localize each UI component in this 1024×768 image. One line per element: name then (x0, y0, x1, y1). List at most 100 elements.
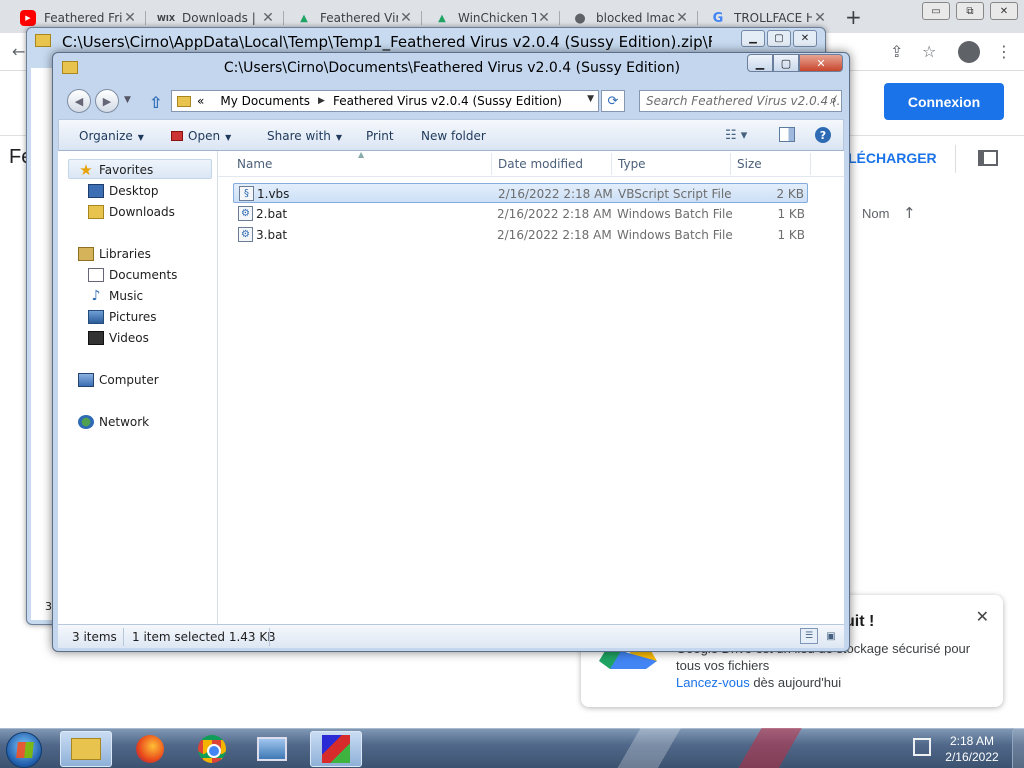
get-started-link[interactable]: Lancez-vous (676, 675, 750, 690)
close-icon[interactable]: ✕ (793, 30, 817, 47)
google-icon: G (712, 10, 724, 26)
up-arrow-icon[interactable]: ⇧ (149, 93, 162, 112)
close-tab-icon[interactable]: ✕ (122, 10, 138, 26)
file-list: ▲ Name Date modified Type Size § 1.vbs 2… (218, 150, 844, 624)
column-date-modified[interactable]: Date modified (498, 157, 583, 171)
column-divider (730, 153, 731, 175)
download-button[interactable]: LÉCHARGER (848, 150, 937, 166)
maximize-button[interactable]: ▢ (773, 54, 799, 72)
explorer-window[interactable]: C:\Users\Cirno\Documents\Feathered Virus… (52, 52, 850, 652)
breadcrumb-current-folder[interactable]: Feathered Virus v2.0.4 (Sussy Edition) (333, 94, 562, 108)
new-folder-button[interactable]: New folder (421, 129, 486, 143)
column-size[interactable]: Size (737, 157, 762, 171)
menu-dots-icon[interactable]: ⋮ (996, 42, 1012, 61)
back-arrow-icon[interactable]: ← (12, 42, 25, 61)
maximize-icon[interactable]: ▢ (767, 30, 791, 47)
nav-desktop[interactable]: Desktop (88, 181, 159, 201)
recent-pages-dropdown-icon[interactable]: ▼ (124, 95, 131, 105)
back-button[interactable]: ◀ (67, 89, 91, 113)
file-row[interactable]: ⚙ 2.bat 2/16/2022 2:18 AM Windows Batch … (233, 204, 808, 224)
promo-text-rest: dès aujourd'hui (749, 675, 842, 690)
bookmark-star-icon[interactable]: ☆ (922, 42, 936, 61)
close-tab-icon[interactable]: ✕ (260, 10, 276, 26)
close-tab-icon[interactable]: ✕ (536, 10, 552, 26)
nav-music[interactable]: ♪ Music (88, 286, 144, 306)
nav-pictures[interactable]: Pictures (88, 307, 157, 327)
help-icon[interactable]: ? (815, 127, 831, 143)
sort-arrow-up-icon[interactable]: ↑ (903, 204, 916, 222)
toolbar-divider (955, 145, 956, 173)
connexion-button[interactable]: Connexion (884, 83, 1004, 120)
libraries-icon (78, 247, 94, 261)
breadcrumb-my-documents[interactable]: My Documents (220, 94, 310, 108)
system-clock[interactable]: 2:18 AM 2/16/2022 (936, 733, 1008, 765)
search-placeholder: Search Feathered Virus v2.0.4 (... (646, 94, 842, 108)
preview-pane-icon[interactable] (779, 127, 795, 142)
chevron-down-icon: ▼ (137, 133, 144, 142)
address-bar[interactable]: « My Documents ▶ Feathered Virus v2.0.4 … (171, 90, 599, 112)
share-with-button[interactable]: Share with ▼ (267, 129, 342, 143)
file-row[interactable]: § 1.vbs 2/16/2022 2:18 AM VBScript Scrip… (233, 183, 808, 203)
nav-label: Documents (109, 268, 178, 282)
large-icons-view-icon[interactable]: ▣ (822, 628, 840, 644)
taskbar-custom-app[interactable] (310, 731, 362, 767)
nav-network[interactable]: Network (78, 412, 149, 432)
star-icon: ★ (79, 161, 93, 179)
nav-favorites[interactable]: ★ Favorites (78, 160, 153, 180)
downloads-folder-icon (88, 205, 104, 219)
print-button[interactable]: Print (366, 129, 394, 143)
column-divider (611, 153, 612, 175)
taskbar-firefox[interactable] (124, 731, 176, 767)
taskbar-photo-viewer[interactable] (246, 731, 298, 767)
column-headers: ▲ Name Date modified Type Size (218, 150, 844, 177)
profile-avatar[interactable] (958, 41, 980, 63)
close-tab-icon[interactable]: ✕ (674, 10, 690, 26)
selection-info: 1 item selected 1.43 KB (132, 630, 276, 644)
network-tray-icon[interactable] (913, 738, 931, 756)
details-view-icon[interactable]: ☰ (800, 628, 818, 644)
sort-by-name[interactable]: Nom (862, 206, 889, 221)
open-button[interactable]: Open ▼ (171, 129, 231, 143)
nav-documents[interactable]: Documents (88, 265, 177, 285)
column-type[interactable]: Type (618, 157, 646, 171)
refresh-button[interactable]: ⟳ (601, 90, 625, 112)
nav-label: Favorites (99, 163, 154, 177)
minimize-icon[interactable]: ▭ (922, 2, 950, 20)
taskbar-explorer[interactable] (60, 731, 112, 767)
address-dropdown-icon[interactable]: ▼ (587, 94, 594, 104)
forward-button[interactable]: ▶ (95, 89, 119, 113)
restore-icon[interactable]: ⧉ (956, 2, 984, 20)
share-icon[interactable]: ⇪ (890, 42, 903, 61)
breadcrumb-overflow[interactable]: « (197, 94, 204, 108)
nav-videos[interactable]: Videos (88, 328, 149, 348)
close-icon[interactable]: ✕ (990, 2, 1018, 20)
file-type: VBScript Script File (618, 187, 732, 201)
column-name[interactable]: Name (237, 157, 272, 171)
list-view-icon[interactable] (978, 150, 998, 166)
taskbar-chrome[interactable] (186, 731, 238, 767)
breadcrumb-arrow-icon[interactable]: ▶ (318, 96, 325, 106)
search-input[interactable]: Search Feathered Virus v2.0.4 (... ⌕ (639, 90, 842, 112)
show-desktop-button[interactable] (1012, 728, 1024, 768)
youtube-icon: ▶ (20, 10, 36, 26)
minimize-icon[interactable]: ▁ (741, 30, 765, 47)
new-tab-button[interactable]: + (845, 5, 862, 29)
nav-downloads[interactable]: Downloads (88, 202, 175, 222)
close-icon[interactable]: ✕ (976, 607, 989, 626)
photo-viewer-icon (257, 737, 287, 761)
nav-label: Network (99, 415, 150, 429)
nav-computer[interactable]: Computer (78, 370, 159, 390)
file-row[interactable]: ⚙ 3.bat 2/16/2022 2:18 AM Windows Batch … (233, 225, 808, 245)
organize-button[interactable]: Organize ▼ (79, 129, 144, 143)
nav-libraries[interactable]: Libraries (78, 244, 151, 264)
batch-file-icon: ⚙ (238, 227, 253, 242)
minimize-button[interactable]: ▁ (747, 54, 773, 72)
start-button[interactable] (6, 732, 42, 768)
close-tab-icon[interactable]: ✕ (398, 10, 414, 26)
change-view-icon[interactable]: ☷ ▾ (725, 128, 747, 143)
search-icon[interactable]: ⌕ (830, 91, 837, 111)
network-icon (78, 415, 94, 429)
google-drive-icon: ▲ (438, 12, 446, 24)
close-tab-icon[interactable]: ✕ (812, 10, 828, 26)
close-button[interactable]: ✕ (799, 54, 843, 72)
